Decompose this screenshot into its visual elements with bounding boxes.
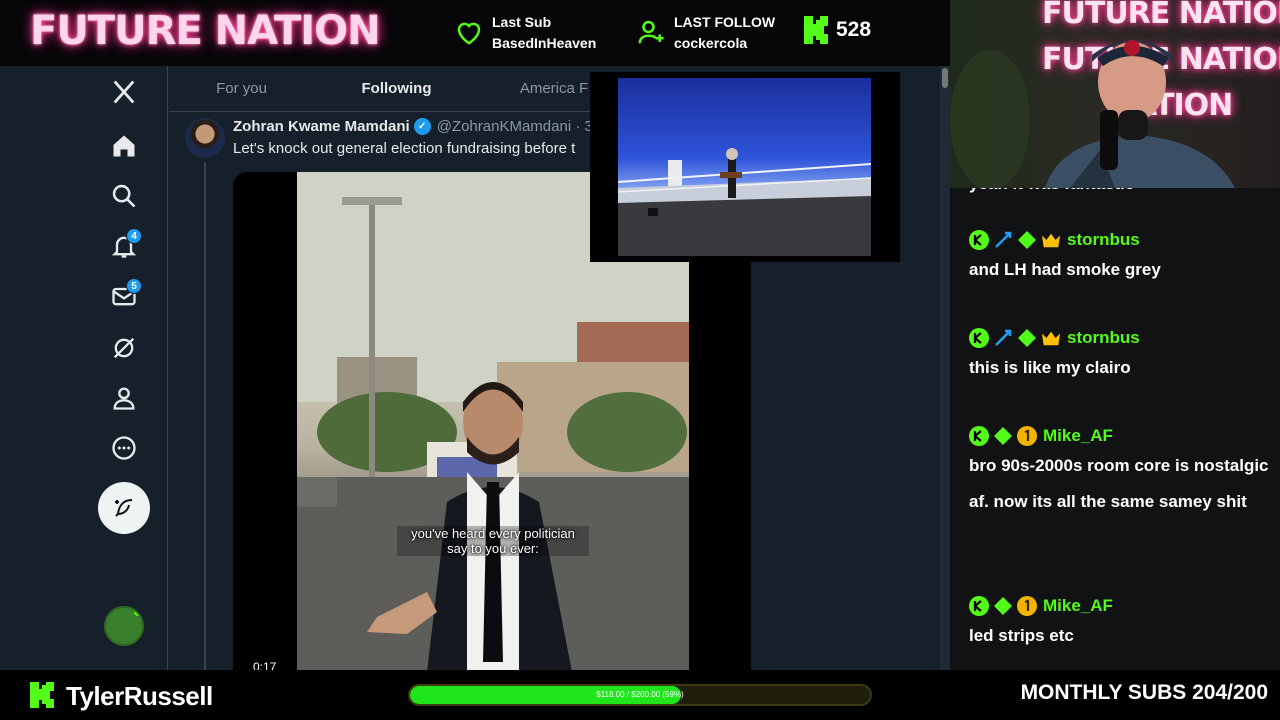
- viewer-count-widget: 528: [804, 16, 871, 44]
- author-handle[interactable]: @ZohranKMamdani · 3: [437, 118, 593, 135]
- home-icon[interactable]: [104, 126, 144, 166]
- kick-badge-icon: [969, 596, 989, 616]
- music-video-overlay: [590, 72, 900, 262]
- scrollbar-thumb[interactable]: [942, 68, 948, 88]
- sub-goal-bar: $118.00 / $200.00 (59%): [408, 684, 872, 706]
- crown-icon: [1041, 328, 1061, 348]
- stream-layout: FUTURE NATION Last Sub BasedInHeaven LAS…: [0, 0, 1280, 720]
- account-avatar[interactable]: [104, 606, 144, 646]
- crown-icon: [1041, 230, 1061, 250]
- kick-logo-icon: [30, 682, 54, 708]
- subscriber-month-1-icon: [1017, 596, 1037, 616]
- chat-partial-message: yeah it was fantastic: [969, 188, 1269, 202]
- tweet-text: Let's knock out general election fundrai…: [233, 140, 576, 157]
- gem-icon: [993, 426, 1013, 446]
- last-follow-value: cockercola: [674, 35, 748, 51]
- notifications-badge: 4: [126, 228, 142, 244]
- caption-line-2: say to you ever:: [447, 541, 539, 556]
- chat-message: stornbus and LH had smoke grey: [969, 228, 1269, 288]
- search-icon[interactable]: [104, 176, 144, 216]
- verified-badge-icon: ✓: [413, 118, 431, 135]
- stream-bottom-bar: TylerRussell $118.00 / $200.00 (59%) MON…: [0, 670, 1280, 720]
- chat-username[interactable]: Mike_AF: [1043, 596, 1113, 616]
- more-icon[interactable]: [104, 428, 144, 468]
- page-scrollbar[interactable]: [940, 66, 950, 670]
- kick-badge-icon: [969, 426, 989, 446]
- tab-following[interactable]: Following: [314, 66, 479, 111]
- streamer-silhouette: [950, 40, 1235, 188]
- heart-icon: [457, 22, 481, 45]
- gem-icon: [1017, 230, 1037, 250]
- chat-message-text: this is like my clairo: [969, 358, 1131, 377]
- sub-goal-text: $118.00 / $200.00 (59%): [596, 690, 684, 699]
- chat-user-line: stornbus: [969, 326, 1269, 350]
- chat-message-text: bro 90s-2000s room core is nostalgic af.…: [969, 456, 1269, 511]
- messages-badge: 5: [126, 278, 142, 294]
- kick-badge-icon: [969, 230, 989, 250]
- chat-message: Mike_AF led strips etc: [969, 594, 1269, 654]
- subscriber-month-1-icon: [1017, 426, 1037, 446]
- gem-icon: [993, 596, 1013, 616]
- music-video-scene: [618, 148, 871, 256]
- user-plus-icon: [638, 20, 664, 44]
- gem-icon: [1017, 328, 1037, 348]
- chat-message-text: led strips etc: [969, 626, 1074, 645]
- grok-icon[interactable]: [104, 328, 144, 368]
- chat-message-text: and LH had smoke grey: [969, 260, 1161, 279]
- sword-icon: [993, 230, 1013, 250]
- viewer-count: 528: [836, 18, 872, 41]
- profile-icon[interactable]: [104, 378, 144, 418]
- author-name[interactable]: Zohran Kwame Mamdani: [233, 118, 410, 135]
- stream-chat: yeah it was fantastic stornbus and LH ha…: [950, 188, 1280, 670]
- streamer-name: TylerRussell: [66, 681, 213, 711]
- compose-post-button[interactable]: [98, 482, 150, 534]
- chat-user-line: Mike_AF: [969, 594, 1269, 618]
- thread-line: [204, 162, 206, 672]
- kick-logo-icon: [804, 16, 828, 44]
- caption-line-1: you've heard every politician: [411, 526, 575, 541]
- chat-message: Mike_AF bro 90s-2000s room core is nosta…: [969, 424, 1269, 520]
- stream-top-bar: FUTURE NATION Last Sub BasedInHeaven LAS…: [0, 0, 950, 66]
- monthly-subs-counter: MONTHLY SUBS 204/200: [1020, 681, 1268, 704]
- last-sub-label: Last Sub: [492, 14, 552, 30]
- feather-icon: [115, 499, 133, 517]
- kick-badge-icon: [969, 328, 989, 348]
- last-follow-widget: LAST FOLLOW cockercola: [636, 12, 775, 54]
- notifications-bell-icon[interactable]: 4: [104, 226, 144, 266]
- brand-logo: FUTURE NATION: [30, 8, 381, 54]
- x-sidebar: 4 5: [0, 66, 168, 670]
- tweet-header: Zohran Kwame Mamdani ✓ @ZohranKMamdani ·…: [233, 118, 593, 135]
- video-caption: you've heard every politician say to you…: [397, 526, 589, 556]
- chat-user-line: Mike_AF: [969, 424, 1269, 448]
- online-indicator: [134, 608, 142, 616]
- tab-for-you[interactable]: For you: [169, 66, 314, 111]
- sword-icon: [993, 328, 1013, 348]
- chat-message: stornbus this is like my clairo: [969, 326, 1269, 386]
- music-video-frame: [618, 78, 871, 256]
- author-avatar[interactable]: [185, 118, 225, 158]
- last-sub-value: BasedInHeaven: [492, 35, 597, 51]
- x-logo-icon[interactable]: [104, 72, 144, 112]
- last-sub-widget: Last Sub BasedInHeaven: [454, 12, 596, 54]
- chat-username[interactable]: Mike_AF: [1043, 426, 1113, 446]
- chat-username[interactable]: stornbus: [1067, 230, 1140, 250]
- webcam-feed: FUTURE NATION FUTURE NATION NATION: [950, 0, 1280, 188]
- chat-user-line: stornbus: [969, 228, 1269, 252]
- messages-envelope-icon[interactable]: 5: [104, 276, 144, 316]
- last-follow-label: LAST FOLLOW: [674, 14, 776, 30]
- chat-username[interactable]: stornbus: [1067, 328, 1140, 348]
